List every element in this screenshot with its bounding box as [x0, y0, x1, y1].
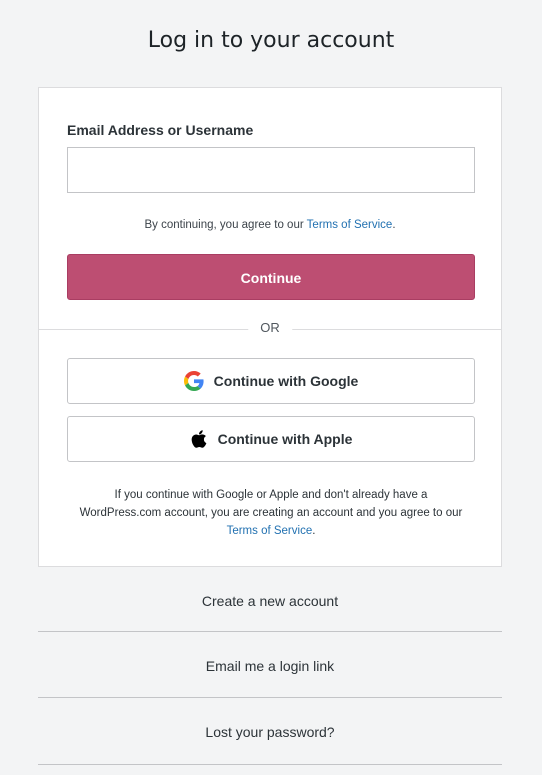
tos-prefix: By continuing, you agree to our	[144, 219, 307, 231]
notice-tos-link[interactable]: Terms of Service	[227, 525, 313, 537]
tos-link[interactable]: Terms of Service	[307, 219, 393, 231]
login-card: Email Address or Username By continuing,…	[38, 87, 502, 567]
continue-with-google-button[interactable]: Continue with Google	[67, 358, 475, 404]
apple-icon	[190, 429, 208, 449]
email-login-link[interactable]: Email me a login link	[38, 658, 502, 674]
page-title: Log in to your account	[147, 28, 395, 53]
apple-button-label: Continue with Apple	[217, 431, 353, 447]
email-field[interactable]	[67, 147, 475, 193]
continue-button[interactable]: Continue	[67, 254, 475, 300]
link-separator	[38, 697, 502, 698]
link-separator	[38, 631, 502, 632]
tos-suffix: .	[392, 219, 396, 231]
notice-text: If you continue with Google or Apple and…	[79, 489, 463, 519]
lost-password-link[interactable]: Lost your password?	[38, 724, 502, 740]
continue-with-apple-button[interactable]: Continue with Apple	[67, 416, 475, 462]
email-label: Email Address or Username	[67, 122, 254, 138]
create-account-link[interactable]: Create a new account	[38, 593, 502, 609]
google-icon	[183, 371, 204, 391]
social-terms-notice: If you continue with Google or Apple and…	[75, 486, 467, 540]
tos-notice: By continuing, you agree to our Terms of…	[39, 219, 501, 231]
notice-suffix: .	[312, 525, 316, 537]
google-button-label: Continue with Google	[213, 373, 359, 389]
link-separator	[38, 764, 502, 765]
or-label: OR	[248, 320, 292, 335]
